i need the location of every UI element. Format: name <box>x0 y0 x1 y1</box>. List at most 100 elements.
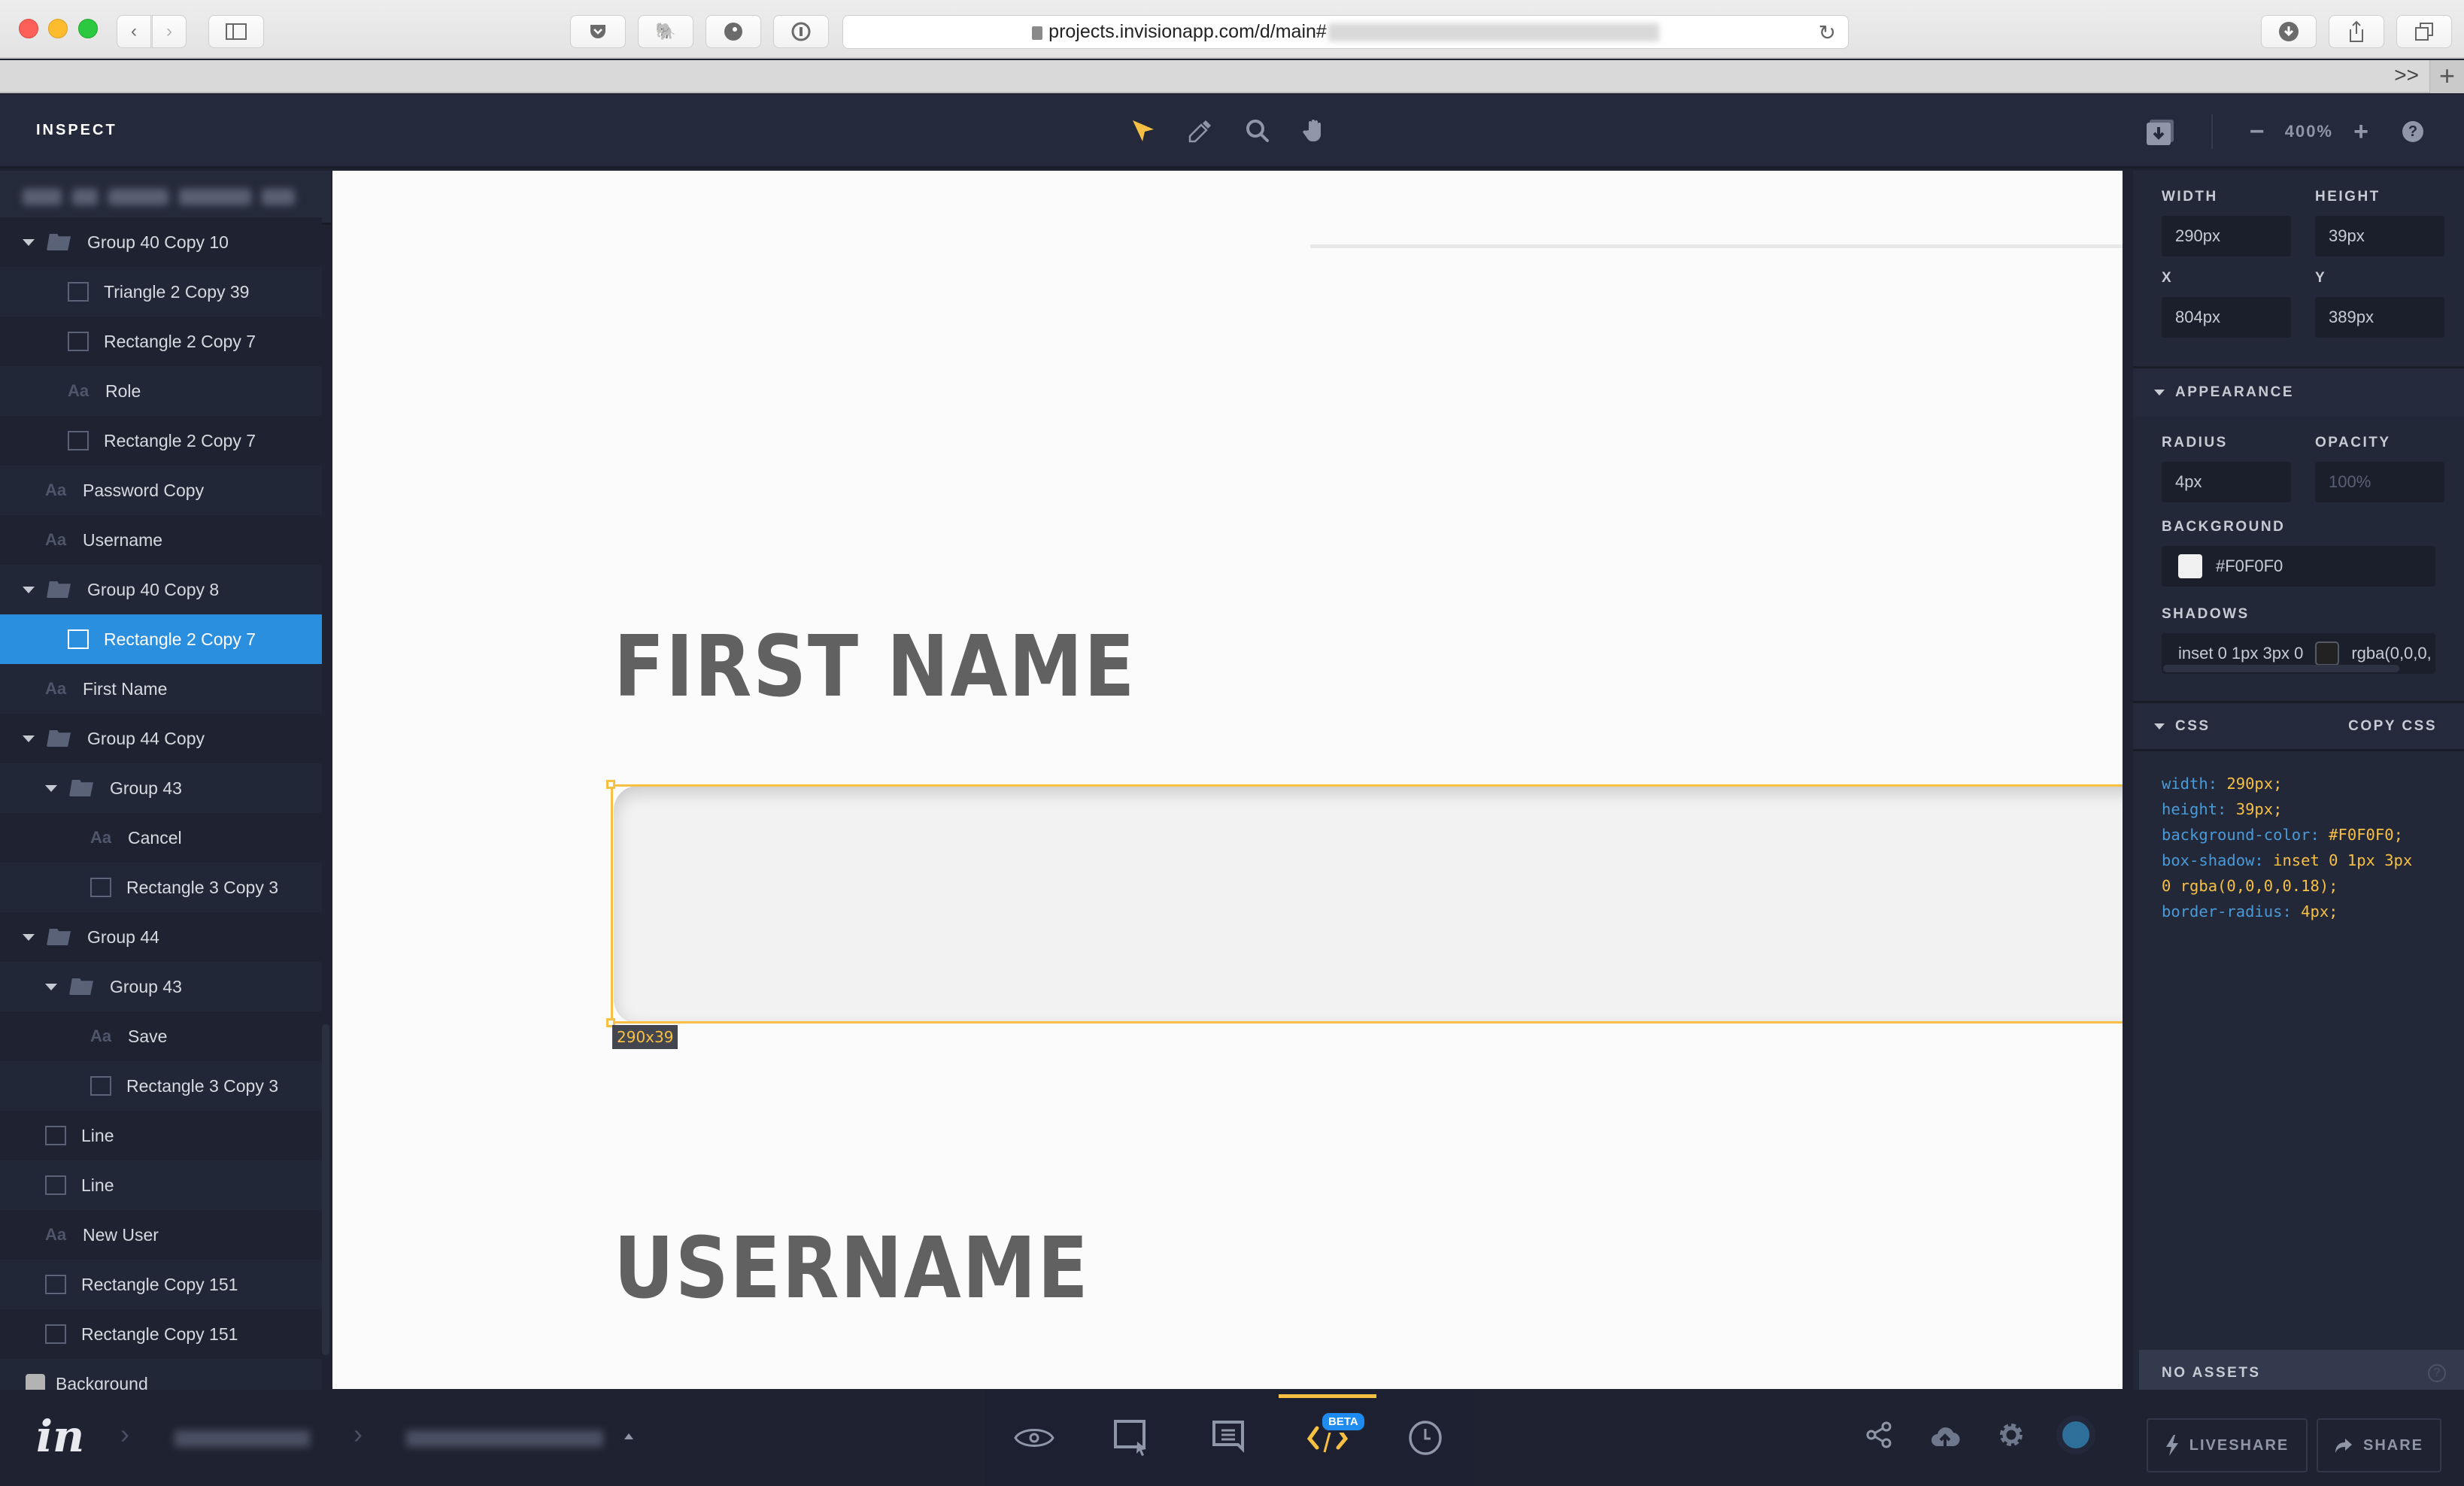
select-tool-button[interactable] <box>1128 116 1158 146</box>
share-button[interactable]: SHARE <box>2317 1418 2441 1472</box>
breadcrumb-project[interactable] <box>174 1430 310 1447</box>
gear-icon[interactable] <box>1998 1421 2025 1448</box>
breadcrumb-screen[interactable] <box>406 1430 603 1447</box>
liveshare-button[interactable]: LIVESHARE <box>2147 1418 2308 1472</box>
sidebar-toggle-button[interactable] <box>208 15 264 48</box>
back-button[interactable]: ‹ <box>117 15 151 48</box>
background-color-swatch[interactable] <box>2178 554 2202 578</box>
layer-item[interactable]: Line <box>0 1160 322 1210</box>
username-label[interactable]: USERNAME <box>614 1220 1089 1318</box>
show-tabs-button[interactable] <box>2396 15 2452 48</box>
layer-item[interactable]: Aa New User <box>0 1210 322 1260</box>
css-line: height: 39px; <box>2162 796 2464 822</box>
layer-item[interactable]: Rectangle Copy 151 <box>0 1309 322 1359</box>
layer-item[interactable]: Aa Save <box>0 1011 322 1061</box>
layer-item[interactable]: Rectangle 2 Copy 7 <box>0 416 322 466</box>
layer-label: Rectangle 2 Copy 7 <box>104 430 256 450</box>
layer-label: Line <box>81 1175 114 1195</box>
new-tab-button[interactable]: + <box>2429 60 2464 93</box>
y-label: Y <box>2315 270 2327 286</box>
css-title: CSS <box>2175 717 2211 734</box>
help-icon[interactable]: ? <box>2402 121 2423 142</box>
opacity-input[interactable]: 100% <box>2315 462 2444 502</box>
layer-item[interactable]: Group 40 Copy 8 <box>0 565 322 614</box>
share-page-button[interactable] <box>2329 15 2384 48</box>
layer-item[interactable]: Rectangle 3 Copy 3 <box>0 1061 322 1111</box>
share-page-icon <box>2350 20 2363 42</box>
cloud-upload-icon[interactable] <box>1930 1422 1960 1448</box>
layer-item[interactable]: Aa Username <box>0 515 322 565</box>
export-assets-icon[interactable] <box>2145 117 2175 147</box>
close-window-button[interactable] <box>19 19 38 38</box>
build-mode-button[interactable] <box>1109 1415 1155 1460</box>
layer-item[interactable]: Group 44 <box>0 912 322 962</box>
caret-down-icon[interactable] <box>23 735 35 742</box>
avatar[interactable] <box>2062 1421 2089 1448</box>
blurred-text <box>72 188 98 205</box>
history-mode-button[interactable] <box>1403 1415 1448 1460</box>
shape-layer-icon <box>68 629 89 649</box>
caret-down-icon[interactable] <box>23 933 35 941</box>
layer-item[interactable]: Group 43 <box>0 763 322 813</box>
design-canvas[interactable]: FIRST NAME 290x39 USERNAME <box>332 171 2123 1389</box>
zoom-window-button[interactable] <box>78 19 98 38</box>
opacity-field: OPACITY 100% <box>2315 435 2444 502</box>
layer-item[interactable]: Aa First Name <box>0 664 322 714</box>
layer-item[interactable]: Rectangle 2 Copy 7 <box>0 317 322 366</box>
layer-item[interactable]: Group 44 Copy <box>0 714 322 763</box>
zoom-in-button[interactable]: + <box>2350 117 2372 147</box>
layer-item[interactable]: Group 43 <box>0 962 322 1011</box>
y-input[interactable]: 389px <box>2315 297 2444 338</box>
resize-handle-top-left[interactable] <box>606 780 615 789</box>
css-header[interactable]: CSS COPY CSS <box>2133 703 2464 751</box>
css-line: width: 290px; <box>2162 771 2464 796</box>
layer-item[interactable]: Group 40 Copy 10 <box>0 217 322 267</box>
shadow-input[interactable]: inset 0 1px 3px 0 rgba(0,0,0, <box>2162 633 2435 674</box>
shadow-color-swatch[interactable] <box>2315 641 2340 666</box>
layer-item[interactable]: Aa Password Copy <box>0 466 322 515</box>
layer-item[interactable]: Triangle 2 Copy 39 <box>0 267 322 317</box>
shadow-scrollbar[interactable] <box>2163 665 2399 672</box>
radius-input[interactable]: 4px <box>2162 462 2291 502</box>
invision-logo[interactable]: in <box>36 1411 84 1462</box>
preview-mode-button[interactable] <box>1012 1415 1057 1460</box>
first-name-label[interactable]: FIRST NAME <box>614 618 1136 716</box>
layer-item[interactable]: Aa Role <box>0 366 322 416</box>
layer-item[interactable]: Rectangle 3 Copy 3 <box>0 863 322 912</box>
layer-item[interactable]: Rectangle Copy 151 <box>0 1260 322 1309</box>
layer-item[interactable]: Aa Cancel <box>0 813 322 863</box>
width-input[interactable]: 290px <box>2162 216 2291 256</box>
pan-tool-button[interactable] <box>1300 116 1330 146</box>
appearance-header[interactable]: APPEARANCE <box>2133 368 2464 417</box>
pocket-extension-button[interactable] <box>570 15 626 48</box>
caret-down-icon[interactable] <box>23 586 35 593</box>
zoom-out-button[interactable]: − <box>2246 117 2268 147</box>
evernote-extension-button[interactable]: 🐘 <box>638 15 693 48</box>
address-bar[interactable]: projects.invisionapp.com/d/main# ↻ <box>842 15 1849 49</box>
downloads-button[interactable] <box>2261 15 2317 48</box>
caret-down-icon[interactable] <box>45 784 57 792</box>
shape-layer-icon <box>68 431 89 450</box>
help-icon[interactable]: ? <box>2428 1364 2446 1382</box>
background-input[interactable]: #F0F0F0 <box>2162 546 2435 587</box>
caret-down-icon[interactable] <box>23 238 35 246</box>
caret-down-icon[interactable] <box>45 983 57 990</box>
duckduckgo-extension-button[interactable] <box>706 15 761 48</box>
tab-overflow-button[interactable]: >> <box>2394 63 2419 87</box>
layer-item[interactable]: Rectangle 2 Copy 7 <box>0 614 322 664</box>
comment-mode-button[interactable] <box>1207 1415 1252 1460</box>
height-input[interactable]: 39px <box>2315 216 2444 256</box>
copy-css-button[interactable]: COPY CSS <box>2348 718 2437 735</box>
layer-item[interactable]: Line <box>0 1111 322 1160</box>
eyedropper-tool-button[interactable] <box>1185 116 1215 146</box>
1password-extension-button[interactable] <box>773 15 829 48</box>
sidebar-scrollbar[interactable] <box>322 1024 329 1355</box>
share-nodes-icon[interactable] <box>1865 1421 1892 1448</box>
minimize-window-button[interactable] <box>48 19 68 38</box>
forward-button[interactable]: › <box>152 15 187 48</box>
reload-icon[interactable]: ↻ <box>1819 20 1836 45</box>
zoom-tool-button[interactable] <box>1243 116 1273 146</box>
x-input[interactable]: 804px <box>2162 297 2291 338</box>
caret-up-icon[interactable] <box>624 1433 633 1439</box>
layer-item[interactable]: Background <box>0 1359 322 1390</box>
